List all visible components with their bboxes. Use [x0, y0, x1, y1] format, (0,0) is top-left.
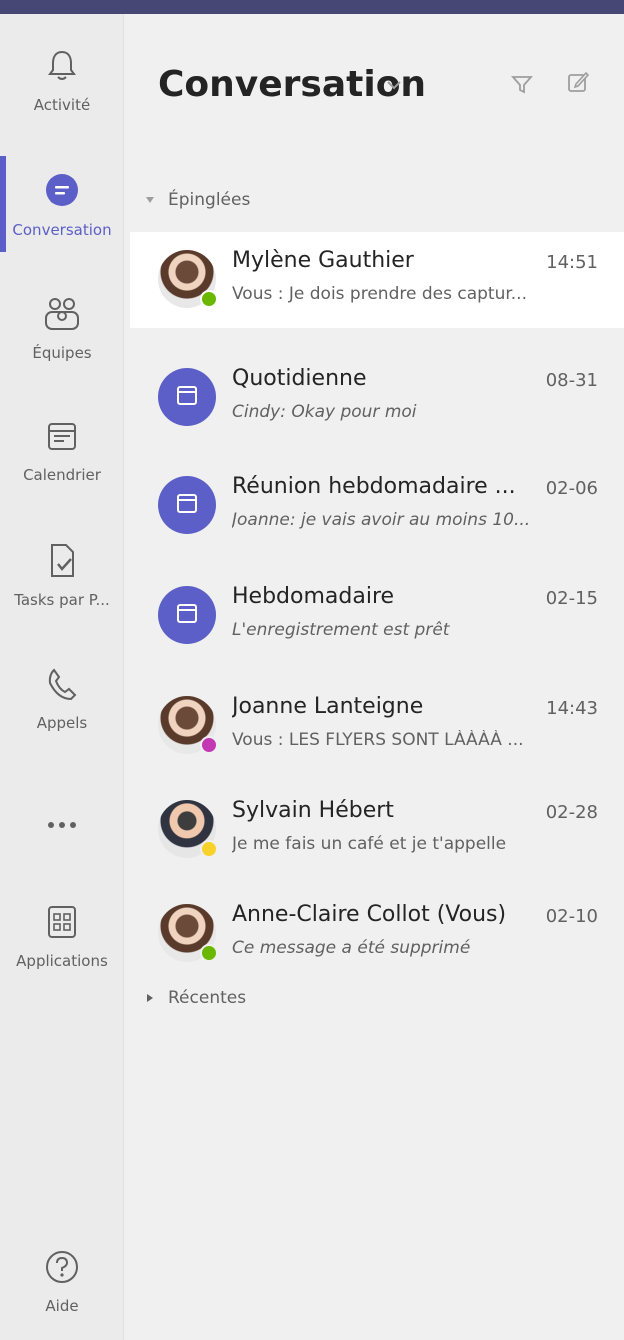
- chevron-down-icon[interactable]: [386, 76, 402, 95]
- rail-item-calendar[interactable]: Calendrier: [0, 394, 124, 504]
- chat-preview: L'enregistrement est prêt: [232, 620, 450, 640]
- rail-item-activity[interactable]: Activité: [0, 24, 124, 134]
- chat-name: Réunion hebdomadaire ...: [232, 474, 516, 499]
- chat-item[interactable]: Hebdomadaire 02-15 L'enregistrement est …: [130, 568, 624, 664]
- filter-button[interactable]: [502, 66, 542, 106]
- chat-name: Joanne Lanteigne: [232, 694, 424, 719]
- chat-preview: Joanne: je vais avoir au moins 10...: [232, 510, 531, 530]
- calendar-icon: [176, 602, 198, 628]
- chat-preview: Je me fais un café et je t'appelle: [232, 834, 507, 854]
- rail-item-tasks[interactable]: Tasks par P...: [0, 519, 124, 629]
- compose-icon: [566, 70, 590, 98]
- rail-item-teams[interactable]: Équipes: [0, 272, 124, 382]
- chat-time: 02-28: [545, 802, 598, 823]
- chat-time: 02-10: [545, 906, 598, 927]
- section-pinned-label: Épinglées: [168, 190, 251, 210]
- rail-item-label: Conversation: [12, 221, 112, 239]
- meeting-avatar: [158, 476, 216, 534]
- presence-available-icon: [200, 290, 218, 308]
- chat-item[interactable]: Mylène Gauthier 14:51 Vous : Je dois pre…: [130, 232, 624, 328]
- rail-item-label: Appels: [36, 714, 88, 732]
- rail-item-label: Équipes: [32, 344, 92, 362]
- chat-list-header: Conversation: [124, 14, 624, 164]
- chat-preview: Ce message a été supprimé: [232, 938, 471, 958]
- chat-time: 08-31: [545, 370, 598, 391]
- chat-preview: Cindy: Okay pour moi: [232, 402, 417, 422]
- calendar-icon: [176, 492, 198, 518]
- help-label: Aide: [45, 1297, 79, 1315]
- rail-item-label: Calendrier: [23, 466, 101, 484]
- presence-available-icon: [200, 944, 218, 962]
- filter-icon: [511, 74, 533, 98]
- chevron-down-icon: [142, 196, 158, 204]
- chat-item[interactable]: Quotidienne 08-31 Cindy: Okay pour moi: [130, 350, 624, 446]
- chat-time: 14:43: [546, 698, 598, 719]
- chat-time: 02-06: [545, 478, 598, 499]
- chat-name: Quotidienne: [232, 366, 367, 391]
- chat-name: Sylvain Hébert: [232, 798, 394, 823]
- title-bar: [0, 0, 624, 14]
- tasks-icon: [40, 539, 84, 583]
- chat-item[interactable]: Sylvain Hébert 02-28 Je me fais un café …: [130, 782, 624, 878]
- calendar-icon: [40, 414, 84, 458]
- more-icon: [40, 803, 84, 847]
- rail-item-calls[interactable]: Appels: [0, 642, 124, 752]
- chat-preview: Vous : LES FLYERS SONT LÀÀÀÀ ...: [232, 730, 524, 750]
- chat-item[interactable]: Joanne Lanteigne 14:43 Vous : LES FLYERS…: [130, 678, 624, 774]
- rail-item-label: Tasks par P...: [14, 591, 110, 609]
- presence-oof-icon: [200, 736, 218, 754]
- rail-item-apps[interactable]: Applications: [0, 880, 124, 990]
- new-chat-button[interactable]: [558, 64, 598, 104]
- phone-icon: [40, 662, 84, 706]
- chat-icon: [40, 169, 84, 213]
- bell-icon: [40, 44, 84, 88]
- section-recent-label: Récentes: [168, 988, 247, 1008]
- chat-item[interactable]: Anne-Claire Collot (Vous) 02-10 Ce messa…: [130, 886, 624, 982]
- rail-item-label: Activité: [33, 96, 91, 114]
- rail-item-label: Applications: [16, 952, 108, 970]
- chat-item[interactable]: Réunion hebdomadaire ... 02-06 Joanne: j…: [130, 458, 624, 554]
- apps-icon: [40, 900, 84, 944]
- teams-icon: [40, 292, 84, 336]
- section-recent[interactable]: Récentes: [142, 980, 246, 1016]
- section-pinned[interactable]: Épinglées: [142, 182, 250, 218]
- chat-time: 14:51: [546, 252, 598, 273]
- help-icon: [44, 1249, 80, 1289]
- chat-time: 02-15: [545, 588, 598, 609]
- help-button[interactable]: Aide: [0, 1232, 124, 1332]
- meeting-avatar: [158, 586, 216, 644]
- chevron-right-icon: [142, 993, 158, 1003]
- chat-list-panel: Conversation Épinglées Mylène Gauthier 1…: [124, 14, 624, 1340]
- rail-item-chat[interactable]: Conversation: [0, 149, 124, 259]
- rail-item-more[interactable]: [0, 770, 124, 880]
- meeting-avatar: [158, 368, 216, 426]
- chat-name: Anne-Claire Collot (Vous): [232, 902, 507, 927]
- chat-name: Mylène Gauthier: [232, 248, 414, 273]
- chat-name: Hebdomadaire: [232, 584, 395, 609]
- presence-away-icon: [200, 840, 218, 858]
- app-rail: Activité Conversation Équipes Calendrier…: [0, 14, 124, 1340]
- chat-preview: Vous : Je dois prendre des captur...: [232, 284, 527, 304]
- calendar-icon: [176, 384, 198, 410]
